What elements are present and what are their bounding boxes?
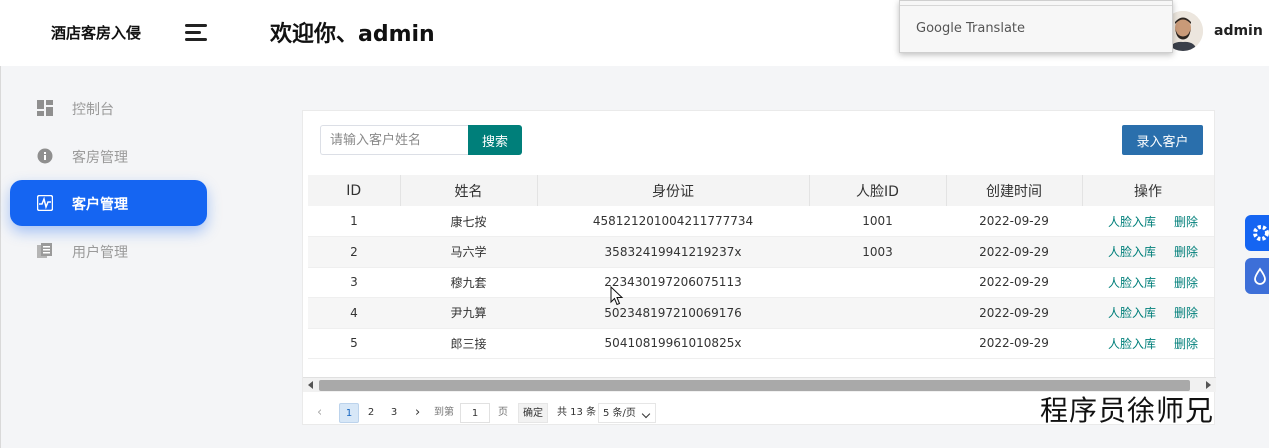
sidebar-item-users[interactable]: 用户管理 [10, 228, 207, 274]
pulse-icon [37, 195, 53, 211]
search-button[interactable]: 搜索 [468, 125, 522, 155]
prev-page-icon[interactable]: ‹ [317, 403, 331, 423]
sidebar-item-customers[interactable]: 客户管理 [10, 180, 207, 226]
goto-page-input[interactable]: 1 [460, 403, 490, 423]
customer-search-input[interactable] [320, 125, 469, 155]
cell-name: 郎三接 [400, 328, 537, 359]
delete-link[interactable]: 删除 [1174, 306, 1198, 320]
scroll-left-icon[interactable] [308, 381, 313, 389]
page-2-button[interactable]: 2 [361, 403, 381, 423]
delete-link[interactable]: 删除 [1174, 215, 1198, 229]
translate-popup: Google Translate [899, 0, 1173, 53]
chevron-down-icon [641, 409, 651, 419]
delete-link[interactable]: 删除 [1174, 337, 1198, 351]
table-row[interactable]: 5 郎三接 50410819961010825x 2022-09-29 人脸入库… [308, 328, 1214, 359]
gear-icon [1253, 225, 1269, 241]
column-header-actions: 操作 [1082, 175, 1214, 206]
column-header-id[interactable]: ID [308, 175, 401, 206]
app-brand: 酒店客房入侵 [51, 24, 142, 42]
cell-idcard: 502348197210069176 [537, 297, 809, 329]
goto-label: 到第 [434, 407, 454, 418]
menu-toggle-icon[interactable] [185, 24, 207, 42]
cell-actions: 人脸入库 删除 [1082, 297, 1214, 329]
sidebar-item-dashboard[interactable]: 控制台 [10, 85, 207, 131]
cell-name: 穆九套 [400, 267, 537, 298]
theme-float-button[interactable] [1245, 258, 1269, 294]
translate-label[interactable]: Google Translate [916, 21, 1025, 36]
customer-table: ID 姓名 身份证 人脸ID 创建时间 操作 1 康七按 45812120100… [308, 175, 1214, 369]
copy-icon [37, 243, 52, 258]
cell-actions: 人脸入库 删除 [1082, 328, 1214, 359]
cell-created: 2022-09-29 [946, 297, 1082, 329]
table-row[interactable]: 2 马六学 35832419941219237x 1003 2022-09-29… [308, 236, 1214, 268]
username[interactable]: admin [1214, 23, 1263, 39]
face-enroll-link[interactable]: 人脸入库 [1108, 306, 1156, 320]
water-drop-icon [1254, 267, 1266, 285]
cell-name: 马六学 [400, 236, 537, 268]
sidebar-item-label: 用户管理 [72, 245, 128, 261]
table-header-row: ID 姓名 身份证 人脸ID 创建时间 操作 [308, 175, 1214, 206]
face-enroll-link[interactable]: 人脸入库 [1108, 245, 1156, 259]
sidebar-item-label: 客户管理 [72, 197, 128, 213]
dashboard-icon [37, 100, 53, 116]
sidebar-item-label: 控制台 [72, 102, 114, 118]
cell-created: 2022-09-29 [946, 328, 1082, 359]
cell-id: 5 [308, 328, 400, 359]
column-header-face-id[interactable]: 人脸ID [809, 175, 947, 206]
popup-divider [900, 5, 1172, 6]
cell-id: 3 [308, 267, 400, 298]
cell-idcard: 35832419941219237x [537, 236, 809, 268]
page-1-button[interactable]: 1 [339, 403, 359, 423]
cell-created: 2022-09-29 [946, 267, 1082, 298]
face-enroll-link[interactable]: 人脸入库 [1108, 337, 1156, 351]
page-size-select[interactable]: 5 条/页 [598, 403, 656, 423]
page-3-button[interactable]: 3 [384, 403, 404, 423]
sidebar: 控制台 客房管理 客户管理 用户管理 [0, 66, 220, 448]
total-count: 共 13 条 [557, 407, 597, 418]
sidebar-item-rooms[interactable]: 客房管理 [10, 133, 207, 179]
table-row[interactable]: 1 康七按 458121201004211777734 1001 2022-09… [308, 206, 1214, 237]
info-icon [37, 148, 53, 164]
cell-face-id: 1001 [809, 206, 946, 237]
watermark-text: 程序员徐师兄 [1040, 394, 1215, 427]
next-page-icon[interactable]: › [415, 403, 429, 423]
sidebar-item-label: 客房管理 [72, 150, 128, 166]
face-enroll-link[interactable]: 人脸入库 [1108, 215, 1156, 229]
cell-actions: 人脸入库 删除 [1082, 267, 1214, 298]
customer-panel: 搜索 录入客户 ID 姓名 身份证 人脸ID 创建时间 操作 1 [302, 110, 1216, 425]
cell-face-id [809, 267, 946, 298]
pagination: ‹ 1 2 3 › 到第 1 页 确定 共 13 条 5 条/页 [317, 403, 717, 425]
column-header-name[interactable]: 姓名 [400, 175, 538, 206]
table-row[interactable]: 3 穆九套 223430197206075113 2022-09-29 人脸入库… [308, 267, 1214, 298]
cell-id: 4 [308, 297, 400, 329]
delete-link[interactable]: 删除 [1174, 245, 1198, 259]
cell-name: 尹九算 [400, 297, 537, 329]
settings-float-button[interactable] [1245, 215, 1269, 251]
delete-link[interactable]: 删除 [1174, 276, 1198, 290]
cell-idcard: 223430197206075113 [537, 267, 809, 298]
scroll-right-icon[interactable] [1206, 381, 1211, 389]
cell-actions: 人脸入库 删除 [1082, 206, 1214, 237]
column-header-created[interactable]: 创建时间 [946, 175, 1083, 206]
face-enroll-link[interactable]: 人脸入库 [1108, 276, 1156, 290]
cell-idcard: 458121201004211777734 [537, 206, 809, 237]
cell-created: 2022-09-29 [946, 206, 1082, 237]
welcome-title: 欢迎你、admin [270, 22, 435, 47]
table-row[interactable]: 4 尹九算 502348197210069176 2022-09-29 人脸入库… [308, 297, 1214, 329]
cell-face-id: 1003 [809, 236, 946, 268]
mouse-cursor-icon [610, 286, 624, 306]
cell-actions: 人脸入库 删除 [1082, 236, 1214, 268]
page-size-value: 5 条/页 [603, 408, 636, 419]
cell-idcard: 50410819961010825x [537, 328, 809, 359]
cell-name: 康七按 [400, 206, 537, 237]
cell-id: 1 [308, 206, 400, 237]
column-header-idcard[interactable]: 身份证 [537, 175, 810, 206]
cell-face-id [809, 328, 946, 359]
confirm-jump-button[interactable]: 确定 [518, 403, 548, 423]
cell-id: 2 [308, 236, 400, 268]
cell-created: 2022-09-29 [946, 236, 1082, 268]
cell-face-id [809, 297, 946, 329]
page-unit-label: 页 [498, 407, 508, 418]
add-customer-button[interactable]: 录入客户 [1122, 125, 1203, 155]
